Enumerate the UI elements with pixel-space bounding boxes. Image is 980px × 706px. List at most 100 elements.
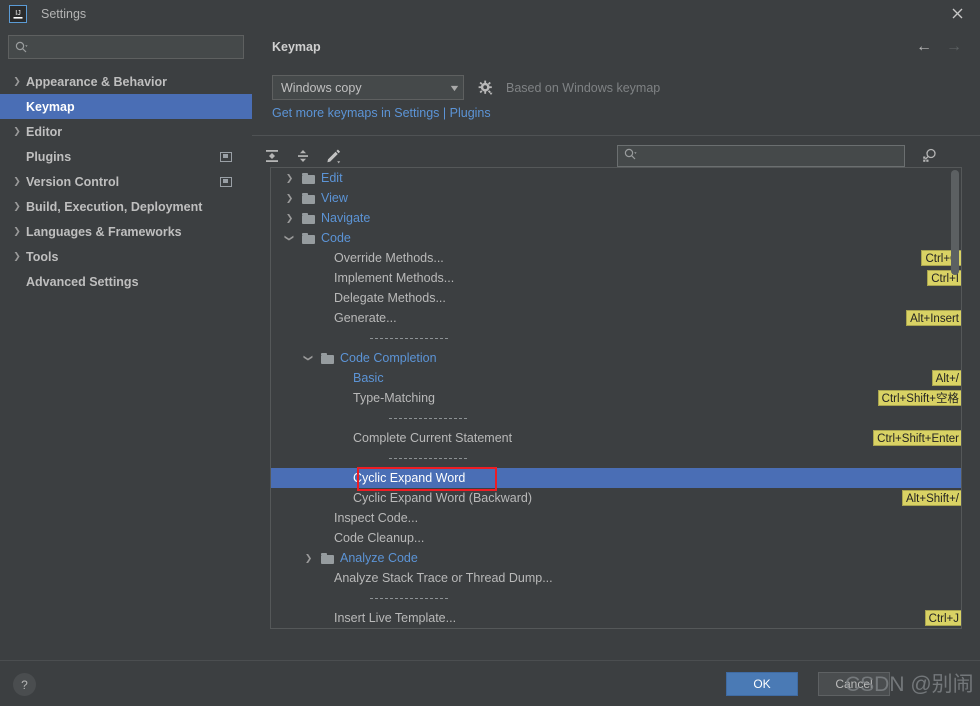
keymap-row-label: Insert Live Template...	[334, 611, 457, 625]
collapse-all-icon[interactable]	[291, 144, 315, 168]
settings-sidebar: ❯ Appearance & Behavior Keymap ❯ Editor Plugi…	[0, 27, 252, 660]
settings-search-input[interactable]	[33, 40, 233, 54]
keymap-tree-container[interactable]: ❯ Edit ❯ View ❯ Navigate ❯ Code Override Methods…	[270, 167, 962, 629]
keymap-tree: ❯ Edit ❯ View ❯ Navigate ❯ Code Override Methods…	[271, 168, 961, 628]
keymap-based-on-label: Based on Windows keymap	[506, 80, 661, 95]
keymap-action-row[interactable]: Type-Matching Ctrl+Shift+空格	[271, 388, 961, 408]
sidebar-item-plugins[interactable]: Plugins	[0, 144, 252, 169]
keymap-group-row[interactable]: ❯ Navigate	[271, 208, 961, 228]
sidebar-item-label: Version Control	[26, 174, 120, 189]
close-icon[interactable]	[934, 0, 980, 27]
sidebar-item-label: Plugins	[26, 149, 72, 164]
keymap-selector-row: Windows copy ▼ Based on Windows keymap	[272, 75, 660, 100]
shortcut-badge: Alt+Shift+/	[901, 490, 961, 506]
keymap-action-row[interactable]: Code Cleanup...	[271, 528, 961, 548]
sidebar-item-keymap[interactable]: Keymap	[0, 94, 252, 119]
keymap-row-label: View	[321, 191, 348, 205]
keymap-row-label: Override Methods...	[334, 251, 444, 265]
sidebar-item-build-execution-deployment[interactable]: ❯ Build, Execution, Deployment	[0, 194, 252, 219]
gear-icon[interactable]	[478, 80, 494, 96]
keymap-row-label: Basic	[353, 371, 384, 385]
keymap-action-row[interactable]: Override Methods... Ctrl+O	[271, 248, 961, 268]
settings-search-box[interactable]	[8, 35, 244, 59]
sidebar-item-languages-frameworks[interactable]: ❯ Languages & Frameworks	[0, 219, 252, 244]
chevron-right-icon[interactable]: ❯	[283, 188, 296, 208]
sidebar-item-label: Build, Execution, Deployment	[26, 199, 203, 214]
chevron-down-icon: ▼	[448, 82, 461, 93]
keymap-action-row[interactable]: Inspect Code...	[271, 508, 961, 528]
keymap-row-label: Analyze Stack Trace or Thread Dump...	[334, 571, 553, 585]
keymap-select-value: Windows copy	[281, 80, 362, 95]
keymap-row-label: Navigate	[321, 211, 371, 225]
sidebar-item-tools[interactable]: ❯ Tools	[0, 244, 252, 269]
sidebar-item-advanced-settings[interactable]: Advanced Settings	[0, 269, 252, 294]
chevron-right-icon[interactable]: ❯	[302, 548, 315, 568]
keymap-select[interactable]: Windows copy ▼	[272, 75, 464, 100]
keymap-action-row[interactable]: Cyclic Expand Word (Backward) Alt+Shift+/	[271, 488, 961, 508]
search-icon	[15, 41, 28, 54]
pencil-edit-icon[interactable]	[322, 144, 346, 168]
shortcut-badge: Ctrl+J	[924, 610, 961, 626]
keymap-group-row[interactable]: ❯ Edit	[271, 168, 961, 188]
watermark: CSDN @别闹	[845, 673, 974, 696]
tree-separator	[271, 408, 961, 428]
keymap-action-row[interactable]: Basic Alt+/	[271, 368, 961, 388]
keymap-action-row[interactable]: Delegate Methods...	[271, 288, 961, 308]
keymap-search-box[interactable]	[617, 145, 905, 167]
dashed-divider	[370, 597, 448, 599]
chevron-right-icon[interactable]: ❯	[283, 168, 296, 188]
sidebar-search-wrap	[8, 35, 244, 59]
sidebar-item-label: Languages & Frameworks	[26, 224, 182, 239]
chevron-right-icon[interactable]: ❯	[10, 75, 24, 89]
shortcut-badge: Alt+/	[931, 370, 961, 386]
keymap-search-input[interactable]	[642, 149, 892, 163]
chevron-right-icon[interactable]: ❯	[283, 208, 296, 228]
sidebar-item-appearance-behavior[interactable]: ❯ Appearance & Behavior	[0, 69, 252, 94]
keymap-group-row[interactable]: ❯ View	[271, 188, 961, 208]
sidebar-item-version-control[interactable]: ❯ Version Control	[0, 169, 252, 194]
window-title: Settings	[41, 6, 87, 21]
keymap-row-label: Implement Methods...	[334, 271, 455, 285]
keymap-group-row[interactable]: ❯ Analyze Code	[271, 548, 961, 568]
dashed-divider	[389, 417, 467, 419]
find-by-shortcut-icon[interactable]	[917, 142, 943, 168]
chevron-down-icon[interactable]: ❯	[280, 232, 300, 245]
keymap-action-row[interactable]: Cyclic Expand Word	[271, 468, 961, 488]
arrow-right-icon[interactable]: →	[946, 39, 962, 55]
intellij-idea-logo: IJ	[9, 4, 27, 23]
sidebar-tree: ❯ Appearance & Behavior Keymap ❯ Editor Plugi…	[0, 69, 252, 294]
keymap-tree-scrollbar[interactable]	[951, 170, 959, 275]
get-more-keymaps-link[interactable]: Get more keymaps in Settings | Plugins	[272, 106, 491, 120]
chevron-right-icon[interactable]: ❯	[10, 125, 24, 139]
keymap-row-label: Analyze Code	[340, 551, 418, 565]
chevron-down-icon[interactable]: ❯	[299, 352, 319, 365]
keymap-action-row[interactable]: Generate... Alt+Insert	[271, 308, 961, 328]
dashed-divider	[389, 457, 467, 459]
sidebar-item-label: Advanced Settings	[26, 274, 139, 289]
tree-separator	[271, 448, 961, 468]
keymap-action-row[interactable]: Implement Methods... Ctrl+I	[271, 268, 961, 288]
chevron-right-icon[interactable]: ❯	[10, 175, 24, 189]
arrow-left-icon[interactable]: ←	[916, 39, 932, 55]
keymap-action-row[interactable]: Insert Live Template... Ctrl+J	[271, 608, 961, 628]
title-bar: IJ Settings	[0, 0, 980, 27]
keymap-action-row[interactable]: Complete Current Statement Ctrl+Shift+Ent…	[271, 428, 961, 448]
help-button[interactable]: ?	[13, 673, 36, 696]
sidebar-item-editor[interactable]: ❯ Editor	[0, 119, 252, 144]
folder-icon	[302, 192, 315, 204]
keymap-row-label: Cyclic Expand Word (Backward)	[353, 491, 532, 505]
ok-button[interactable]: OK	[726, 672, 798, 696]
chevron-right-icon[interactable]: ❯	[10, 225, 24, 239]
keymap-group-row[interactable]: ❯ Code	[271, 228, 961, 248]
chevron-right-icon[interactable]: ❯	[10, 250, 24, 264]
expand-all-icon[interactable]	[260, 144, 284, 168]
chevron-right-icon[interactable]: ❯	[10, 200, 24, 214]
page-title: Keymap	[272, 40, 321, 54]
keymap-action-row[interactable]: Analyze Stack Trace or Thread Dump...	[271, 568, 961, 588]
keymap-group-row[interactable]: ❯ Code Completion	[271, 348, 961, 368]
keymap-row-label: Code Completion	[340, 351, 437, 365]
sidebar-item-label: Editor	[26, 124, 63, 139]
